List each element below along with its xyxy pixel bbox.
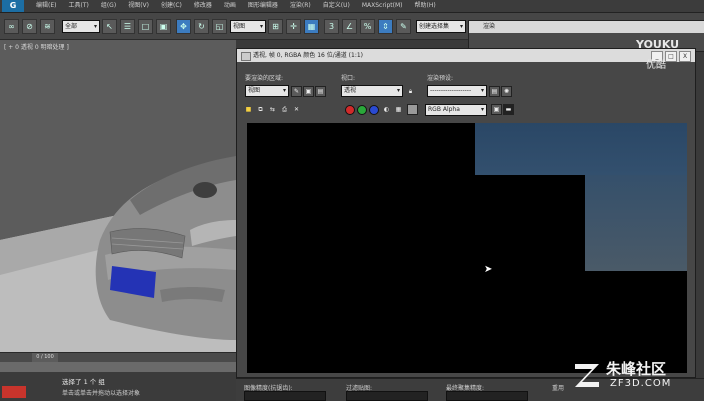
unlink-icon[interactable]: ⊘ xyxy=(22,19,37,34)
time-slider-frame[interactable]: 0 / 100 xyxy=(32,353,58,362)
area-to-render-dropdown[interactable]: 视图 xyxy=(245,85,289,97)
menu-group[interactable]: 组(G) xyxy=(95,0,122,12)
menu-maxscript[interactable]: MAXScript(M) xyxy=(356,0,409,12)
channel-display-dropdown[interactable]: RGB Alpha xyxy=(425,104,487,116)
window-crossing-icon[interactable]: ▣ xyxy=(156,19,171,34)
named-selection-dropdown[interactable]: 创建选择集 xyxy=(416,20,466,33)
render-setup-icon[interactable]: ▤ xyxy=(489,86,500,97)
render-preset-dropdown[interactable]: ------------------- xyxy=(427,85,487,97)
save-image-icon[interactable]: ■ xyxy=(243,104,254,115)
render-setup-title: 渲染 xyxy=(469,21,704,33)
select-scale-icon[interactable]: ◱ xyxy=(212,19,227,34)
menu-customize[interactable]: 自定义(U) xyxy=(317,0,356,12)
link-icon[interactable]: ∞ xyxy=(4,19,19,34)
clear-icon[interactable]: ✕ xyxy=(291,104,302,115)
environment-icon[interactable]: ✺ xyxy=(501,86,512,97)
menu-edit[interactable]: 编辑(E) xyxy=(30,0,62,12)
select-rotate-icon[interactable]: ↻ xyxy=(194,19,209,34)
angle-snap-icon[interactable]: ∠ xyxy=(342,19,357,34)
menu-tools[interactable]: 工具(T) xyxy=(62,0,94,12)
edit-region-icon[interactable]: ✎ xyxy=(291,86,302,97)
named-selection-icon[interactable]: ✎ xyxy=(396,19,411,34)
track-bar[interactable] xyxy=(0,362,236,372)
reuse-label: 重用 xyxy=(552,385,565,392)
lock-region-icon[interactable]: ▤ xyxy=(315,86,326,97)
status-bar: 选择了 1 个 组 单击或单击并拖动以选择对象 xyxy=(0,372,236,400)
viewport-label-field: 视口: xyxy=(341,75,356,82)
select-move-icon[interactable]: ✥ xyxy=(176,19,191,34)
status-prompt-text: 单击或单击并拖动以选择对象 xyxy=(62,390,141,397)
menu-animation[interactable]: 动画 xyxy=(218,0,242,12)
manipulate-icon[interactable]: ✛ xyxy=(286,19,301,34)
background-swatch[interactable] xyxy=(407,104,418,115)
menu-help[interactable]: 帮助(H) xyxy=(409,0,442,12)
maximize-button[interactable]: □ xyxy=(665,51,677,62)
render-window-titlebar[interactable]: 透视, 帧 0, RGBA 颜色 16 位/通道 (1:1) _ □ X xyxy=(237,49,695,62)
menu-create[interactable]: 创建(C) xyxy=(155,0,188,12)
menu-graph-editors[interactable]: 图形编辑器 xyxy=(242,0,284,12)
snap-3d-icon[interactable]: 3 xyxy=(324,19,339,34)
green-channel-toggle[interactable] xyxy=(357,105,367,115)
pivot-icon[interactable]: ⊞ xyxy=(268,19,283,34)
print-image-icon[interactable]: ⎙ xyxy=(279,104,290,115)
rect-selection-icon[interactable]: □ xyxy=(138,19,153,34)
copy-image-icon[interactable]: ⧉ xyxy=(255,104,266,115)
menu-rendering[interactable]: 渲染(R) xyxy=(284,0,317,12)
rendered-frame-window: 透视, 帧 0, RGBA 颜色 16 位/通道 (1:1) _ □ X 要渲染… xyxy=(236,48,696,378)
menu-views[interactable]: 视图(V) xyxy=(122,0,155,12)
youku-watermark: YOUKU xyxy=(636,38,680,51)
selection-filter-dropdown[interactable]: 全部 xyxy=(62,20,100,33)
select-object-icon[interactable]: ↖ xyxy=(102,19,117,34)
zf-logo-icon xyxy=(575,364,599,387)
menu-modifiers[interactable]: 修改器 xyxy=(188,0,218,12)
mouse-cursor-icon: ➤ xyxy=(484,264,493,275)
reference-coord-dropdown[interactable]: 视图 xyxy=(230,20,266,33)
viewport-label[interactable]: [ + 0 透视 0 明暗处理 ] xyxy=(4,42,69,51)
render-preset-label: 渲染预设: xyxy=(427,75,454,82)
zf-url: ZF3D.COM xyxy=(610,378,672,389)
area-to-render-label: 要渲染的区域: xyxy=(245,75,284,82)
zf-title: 朱峰社区 xyxy=(606,360,667,378)
monochrome-icon[interactable]: ▦ xyxy=(393,104,404,115)
percent-snap-icon[interactable]: % xyxy=(360,19,375,34)
viewport-scene xyxy=(0,40,236,352)
perspective-viewport[interactable] xyxy=(0,40,236,352)
maxscript-listener-button[interactable] xyxy=(2,386,26,398)
zf3d-watermark: 朱峰社区 ZF3D.COM xyxy=(572,356,702,398)
menu-bar: G 编辑(E) 工具(T) 组(G) 视图(V) 创建(C) 修改器 动画 图形… xyxy=(0,0,704,13)
status-selection-text: 选择了 1 个 组 xyxy=(62,378,105,386)
rendered-image[interactable] xyxy=(247,123,687,373)
viewport-dropdown[interactable]: 透视 xyxy=(341,85,403,97)
spinner-snap-icon[interactable]: ⇕ xyxy=(378,19,393,34)
lock-viewport-icon[interactable]: 🔒︎ xyxy=(405,86,416,97)
alpha-channel-icon[interactable]: ◐ xyxy=(381,104,392,115)
toggle-ui-overlay-icon[interactable]: ▣ xyxy=(491,104,502,115)
auto-region-icon[interactable]: ▣ xyxy=(303,86,314,97)
render-bucket-tile xyxy=(585,175,687,271)
red-channel-toggle[interactable] xyxy=(345,105,355,115)
youku-watermark-cn: 优酷 xyxy=(646,60,666,71)
select-by-name-icon[interactable]: ☰ xyxy=(120,19,135,34)
keyboard-shortcut-icon[interactable]: ▦ xyxy=(304,19,319,34)
window-icon xyxy=(241,52,251,61)
render-window-title: 透视, 帧 0, RGBA 颜色 16 位/通道 (1:1) xyxy=(253,52,364,59)
bind-spacewarp-icon[interactable]: ≋ xyxy=(40,19,55,34)
toggle-ui-icon[interactable]: ▬ xyxy=(503,104,514,115)
blue-channel-toggle[interactable] xyxy=(369,105,379,115)
render-bucket-tile xyxy=(475,123,687,175)
menu-list: 编辑(E) 工具(T) 组(G) 视图(V) 创建(C) 修改器 动画 图形编辑… xyxy=(30,0,442,12)
close-button[interactable]: X xyxy=(679,51,691,62)
clone-window-icon[interactable]: ⇆ xyxy=(267,104,278,115)
app-logo-button[interactable]: G xyxy=(2,0,24,12)
